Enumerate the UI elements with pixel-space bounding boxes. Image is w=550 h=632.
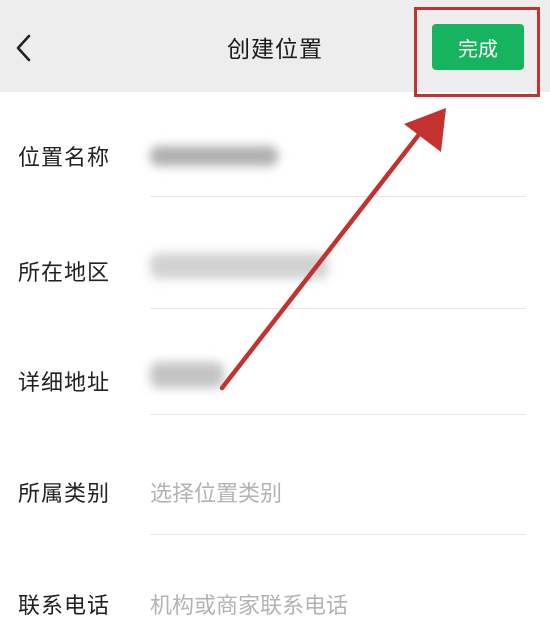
create-location-page: 创建位置 完成 位置名称 所在地区 详细地址 所属类别 选择位置类别 联系电话 … — [0, 0, 550, 632]
form-row-category[interactable]: 所属类别 选择位置类别 — [0, 430, 550, 542]
address-field[interactable] — [150, 362, 224, 388]
category-select[interactable]: 选择位置类别 — [150, 476, 282, 508]
phone-input[interactable]: 机构或商家联系电话 — [150, 588, 348, 620]
location-name-field[interactable] — [150, 146, 278, 166]
row-label: 所在地区 — [18, 261, 111, 286]
form-row-phone[interactable]: 联系电话 机构或商家联系电话 — [0, 544, 550, 632]
divider — [150, 414, 526, 415]
divider — [150, 534, 526, 535]
form-row-location-name[interactable]: 位置名称 — [0, 100, 550, 212]
annotation-highlight-box — [414, 7, 540, 97]
form-row-region[interactable]: 所在地区 — [0, 208, 550, 320]
row-label: 所属类别 — [18, 482, 111, 507]
divider — [150, 196, 526, 197]
row-label: 联系电话 — [18, 594, 111, 619]
row-label: 位置名称 — [18, 146, 111, 171]
divider — [150, 308, 526, 309]
region-field[interactable] — [150, 253, 328, 279]
row-label: 详细地址 — [18, 371, 111, 396]
form-row-address[interactable]: 详细地址 — [0, 318, 550, 430]
